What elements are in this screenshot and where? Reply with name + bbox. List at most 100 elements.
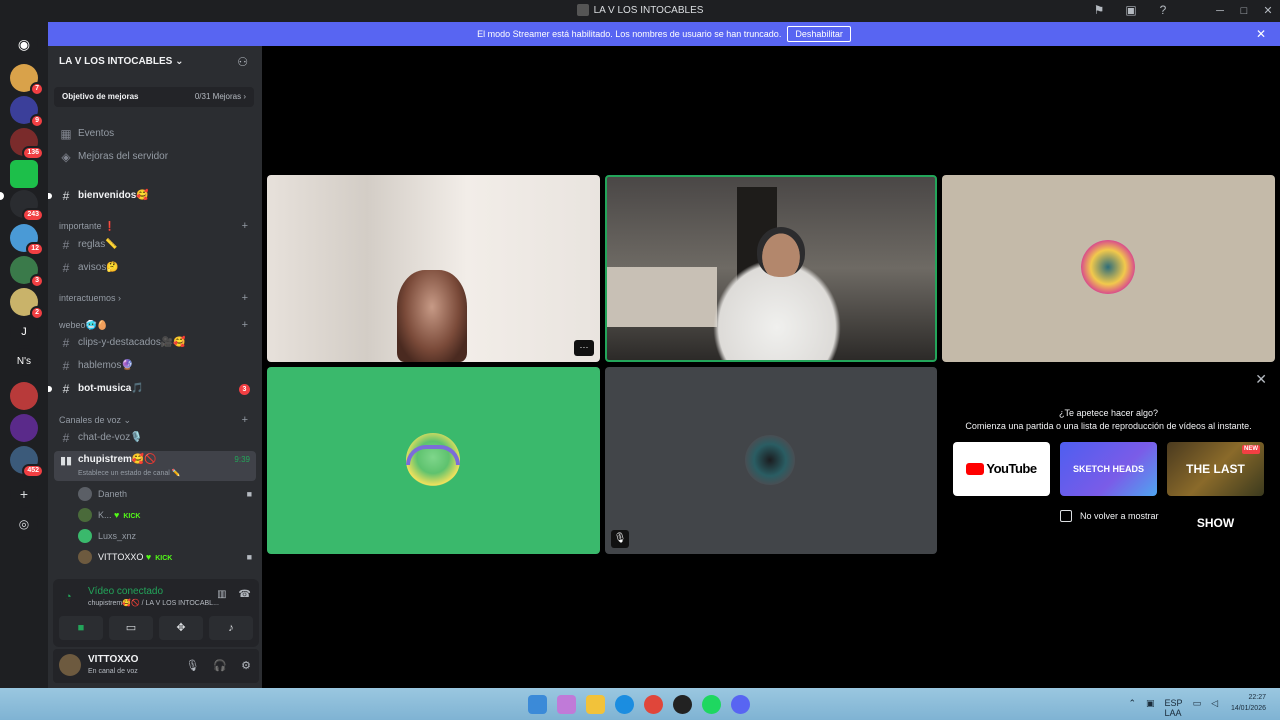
voice-member[interactable]: K... ♥ KICK — [76, 506, 256, 524]
start-icon[interactable] — [528, 695, 547, 714]
channel-clips[interactable]: # clips-y-destacados🎥🥰 — [48, 334, 262, 352]
server-icon-5[interactable]: 243 — [10, 190, 44, 222]
add-channel-icon[interactable]: + — [242, 318, 248, 332]
events-item[interactable]: ▦ Eventos — [48, 125, 262, 143]
tray-app-icon[interactable]: ▣ — [1146, 698, 1155, 718]
signal-icon[interactable]: ◔ — [65, 591, 72, 603]
server-boosts-item[interactable]: ◈ Mejoras del servidor — [48, 148, 262, 166]
channel-bot-musica[interactable]: # bot-musica🎵 3 — [48, 380, 262, 398]
close-banner-icon[interactable]: ✕ — [1256, 22, 1266, 46]
channel-chat-de-voz[interactable]: # chat-de-voz🎙️ — [48, 429, 262, 447]
unread-indicator — [48, 193, 52, 199]
title-bar: LA V LOS INTOCABLES ⚑ ▣ ? ─ □ ✕ — [0, 0, 1280, 22]
voice-status: Vídeo conectado — [88, 586, 164, 597]
voice-channel-status[interactable]: Establece un estado de canal ✏️ — [78, 469, 181, 477]
activity-sketch-heads[interactable]: SKETCH HEADS — [1060, 442, 1157, 496]
headphones-icon[interactable]: 🎧 — [213, 659, 227, 672]
screen-share-button[interactable]: ▭ — [109, 616, 153, 640]
close-window-button[interactable]: ✕ — [1256, 0, 1280, 22]
invite-icon[interactable]: ⚇ — [237, 55, 248, 69]
disconnect-icon[interactable]: ☎ — [239, 589, 251, 600]
channel-hablemos[interactable]: # hablemos🔮 — [48, 357, 262, 375]
streamer-mode-banner: El modo Streamer está habilitado. Los no… — [48, 22, 1280, 46]
network-icon[interactable]: ▭ — [1193, 698, 1202, 718]
volume-icon[interactable]: ◁ — [1211, 698, 1218, 718]
server-rail: ◉ 7 9 136 243 12 3 2 J N's 452 + ◎ — [0, 22, 48, 688]
monitor-icon[interactable]: ▣ — [1124, 3, 1138, 17]
explore-icon[interactable]: ◎ — [10, 510, 38, 538]
dont-show-checkbox[interactable] — [1060, 510, 1072, 522]
server-icon-4[interactable] — [10, 160, 38, 188]
dont-show-label[interactable]: No volver a mostrar — [1080, 511, 1159, 521]
minimize-button[interactable]: ─ — [1208, 0, 1232, 22]
activity-youtube[interactable]: YouTube — [953, 442, 1050, 496]
server-icon-2[interactable]: 9 — [10, 96, 44, 128]
kick-badge: KICK — [123, 513, 141, 520]
add-channel-icon[interactable]: + — [242, 291, 248, 305]
video-tile-3[interactable] — [942, 175, 1275, 362]
discord-taskbar-icon[interactable] — [731, 695, 750, 714]
edge-icon[interactable] — [615, 695, 634, 714]
voice-channel-path[interactable]: chupistrem🥰🚫 / LA V LOS INTOCABL... — [88, 599, 219, 607]
voice-channel-name: chupistrem🥰🚫 — [78, 454, 157, 465]
server-icon-10[interactable] — [10, 414, 38, 442]
user-avatar[interactable] — [59, 654, 81, 676]
maximize-button[interactable]: □ — [1232, 0, 1256, 22]
add-server-icon[interactable]: + — [10, 480, 38, 508]
server-icon-7[interactable]: 3 — [10, 256, 44, 288]
voice-member[interactable]: Luxs_xnz — [76, 527, 256, 545]
activities-button[interactable]: ✥ — [159, 616, 203, 640]
close-suggestion-icon[interactable]: ✕ — [1255, 371, 1267, 388]
voice-member[interactable]: Daneth ■ — [76, 485, 256, 503]
youtube-logo-icon — [966, 462, 985, 475]
video-tile-4[interactable] — [267, 367, 600, 554]
add-channel-icon[interactable]: + — [242, 219, 248, 233]
inbox-icon[interactable]: ⚑ — [1092, 3, 1106, 17]
voice-member[interactable]: VITTOXXO ♥ KICK ■ — [76, 548, 256, 566]
camera-button[interactable]: ■ — [59, 616, 103, 640]
server-header[interactable]: LA V LOS INTOCABLES ⌄ ⚇ — [48, 46, 262, 78]
channel-avisos[interactable]: # avisos🤔 — [48, 259, 262, 277]
server-icon-ns[interactable]: N's — [10, 348, 38, 376]
discord-home-icon[interactable]: ◉ — [10, 30, 38, 58]
channel-sidebar: LA V LOS INTOCABLES ⌄ ⚇ Objetivo de mejo… — [48, 46, 262, 688]
server-icon-3[interactable]: 136 — [10, 128, 44, 160]
video-tile-1[interactable]: ··· — [267, 175, 600, 362]
server-badge: 12 — [26, 242, 44, 256]
server-icon-11[interactable]: 452 — [10, 446, 44, 478]
copilot-icon[interactable] — [557, 695, 576, 714]
server-icon-9[interactable] — [10, 382, 38, 410]
file-explorer-icon[interactable] — [586, 695, 605, 714]
server-icon-1[interactable]: 7 — [10, 64, 44, 96]
video-tile-5[interactable]: 🎙 — [605, 367, 937, 554]
server-icon-6[interactable]: 12 — [10, 224, 44, 256]
category-importante[interactable]: importante ❗ — [59, 219, 115, 233]
language-indicator[interactable]: ESP LAA — [1165, 698, 1183, 718]
disable-streamer-button[interactable]: Deshabilitar — [787, 26, 851, 42]
boost-goal[interactable]: Objetivo de mejoras 0/31 Mejoras › — [54, 87, 254, 107]
video-tile-2-speaking[interactable] — [605, 175, 937, 362]
category-interactuemos[interactable]: interactuemos › — [59, 291, 121, 305]
soundboard-button[interactable]: ♪ — [209, 616, 253, 640]
voice-channel-active[interactable]: ▮▮ chupistrem🥰🚫 Establece un estado de c… — [54, 451, 256, 481]
microphone-icon[interactable]: 🎙 — [185, 659, 199, 672]
category-voz[interactable]: Canales de voz ⌄ — [59, 413, 131, 427]
add-channel-icon[interactable]: + — [242, 413, 248, 427]
channel-reglas[interactable]: # reglas📏 — [48, 236, 262, 254]
chrome-icon[interactable] — [644, 695, 663, 714]
unread-indicator — [48, 386, 52, 392]
server-icon-8[interactable]: 2 — [10, 288, 44, 320]
more-options-icon[interactable]: ··· — [574, 340, 594, 356]
server-badge: 136 — [22, 146, 44, 160]
help-icon[interactable]: ? — [1156, 3, 1170, 17]
channel-bienvenidos[interactable]: # bienvenidos🥰 — [48, 187, 262, 205]
noise-suppression-icon[interactable]: ▥ — [217, 589, 226, 600]
activity-last-show[interactable]: NEW THE LAST SHOW — [1167, 442, 1264, 530]
tray-chevron-icon[interactable]: ⌃ — [1128, 698, 1136, 718]
spotify-icon[interactable] — [702, 695, 721, 714]
category-webeo[interactable]: webeo🥶🥚 — [59, 318, 108, 332]
obs-icon[interactable] — [673, 695, 692, 714]
server-icon-j[interactable]: J — [10, 318, 38, 346]
settings-gear-icon[interactable]: ⚙ — [241, 659, 251, 672]
clock[interactable]: 22:27 14/01/2026 — [1231, 692, 1266, 714]
